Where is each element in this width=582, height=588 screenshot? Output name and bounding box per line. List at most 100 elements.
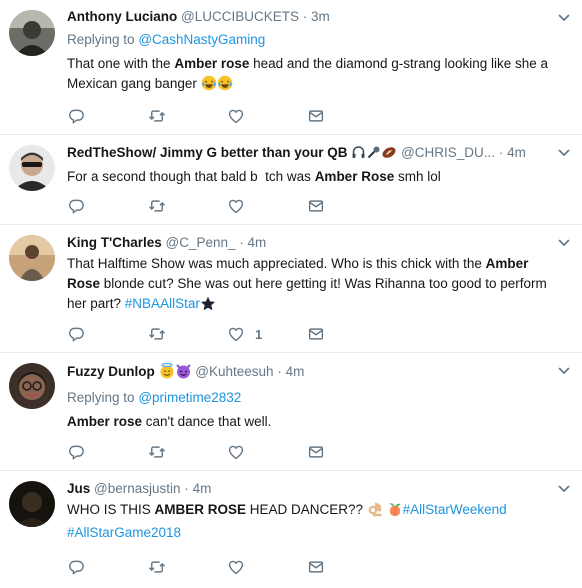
like-count: 1 [255,326,263,342]
text-part: For a second though that bald b [67,169,258,184]
reply-button[interactable] [67,325,147,343]
avatar[interactable] [9,363,55,409]
retweet-button[interactable] [147,443,227,461]
highlighted-term: AMBER ROSE [154,502,247,517]
hashtag-link[interactable]: #AllStarGame2018 [67,525,181,540]
direct-message-button[interactable] [307,558,387,576]
chevron-down-icon[interactable] [558,12,570,24]
heart-icon [227,443,245,461]
display-name[interactable]: Jus [67,481,90,496]
timestamp[interactable]: 4m [193,481,212,496]
peach-emoji-icon [387,501,403,523]
heart-icon [227,558,245,576]
user-handle[interactable]: @CHRIS_DU... [401,145,495,160]
tweet-actions [67,442,387,462]
display-name[interactable]: King T'Charles [67,235,162,250]
like-button[interactable]: 1 [227,325,307,343]
reply-icon [67,558,85,576]
highlighted-term: Amber rose [67,414,143,429]
tweet-header: King T'Charles @C_Penn_ · 4m [67,234,552,252]
like-button[interactable] [227,443,307,461]
user-handle[interactable]: @LUCCIBUCKETS [181,9,299,24]
timestamp[interactable]: 3m [311,9,330,24]
avatar[interactable] [9,145,55,191]
hashtag-link[interactable]: #NBAAllStar [125,296,200,311]
retweet-button[interactable] [147,558,227,576]
timestamp[interactable]: 4m [286,364,305,379]
tweet[interactable]: Jus @bernasjustin · 4m WHO IS THIS AMBER… [0,471,582,588]
reply-icon [67,107,85,125]
text-part: smh lol [394,169,441,184]
envelope-icon [307,197,325,215]
reply-button[interactable] [67,107,147,125]
retweet-icon [147,107,167,125]
text-part: That one with the [67,56,175,71]
chevron-down-icon[interactable] [558,147,570,159]
retweet-icon [147,558,167,576]
avatar[interactable] [9,235,55,281]
envelope-icon [307,325,325,343]
avatar[interactable] [9,10,55,56]
retweet-icon [147,443,167,461]
football-emoji-icon [381,145,397,165]
display-name[interactable]: Anthony Luciano [67,9,177,24]
retweet-button[interactable] [147,197,227,215]
direct-message-button[interactable] [307,107,387,125]
headphones-emoji-icon [351,145,366,165]
reply-button[interactable] [67,558,147,576]
text-part: WHO IS THIS [67,502,155,517]
retweet-icon [147,197,167,215]
chevron-down-icon[interactable] [558,365,570,377]
user-handle[interactable]: @C_Penn_ [166,235,236,250]
text-part: That Halftime Show was much appreciated.… [67,256,486,271]
tweet-text: Amber rose can't dance that well. [67,412,552,432]
tweet-header: Jus @bernasjustin · 4m [67,480,552,498]
timestamp[interactable]: 4m [507,145,526,160]
like-button[interactable] [227,107,307,125]
retweet-button[interactable] [147,325,227,343]
tweet[interactable]: Fuzzy Dunlop @Kuhteesuh · 4m Replying to… [0,353,582,471]
like-button[interactable] [227,558,307,576]
like-button[interactable] [227,197,307,215]
separator: · [277,364,282,379]
direct-message-button[interactable] [307,197,387,215]
replying-to-label: Replying to [67,32,135,47]
tweet[interactable]: RedTheShow/ Jimmy G better than your QB … [0,135,582,225]
separator: · [184,481,189,496]
user-handle[interactable]: @Kuhteesuh [195,364,273,379]
display-name[interactable]: RedTheShow/ Jimmy G better than your QB [67,145,348,160]
heart-icon [227,107,245,125]
reply-target-link[interactable]: @CashNastyGaming [138,32,265,47]
ok-hand-emoji-icon [367,501,383,523]
reply-target-link[interactable]: @primetime2832 [138,390,241,405]
separator: · [302,9,308,24]
chevron-down-icon[interactable] [558,237,570,249]
direct-message-button[interactable] [307,443,387,461]
tweet-text: That Halftime Show was much appreciated.… [67,254,552,317]
tweet-header: Fuzzy Dunlop @Kuhteesuh · 4m [67,363,552,384]
direct-message-button[interactable] [307,325,387,343]
tweet[interactable]: Anthony Luciano @LUCCIBUCKETS · 3m Reply… [0,0,582,135]
separator: · [239,235,244,250]
laughing-tears-emoji-icon [217,75,233,97]
tweet-header: RedTheShow/ Jimmy G better than your QB … [67,144,552,165]
microphone-emoji-icon [366,145,381,165]
highlighted-term: Amber Rose [314,169,395,184]
reply-button[interactable] [67,443,147,461]
heart-icon [227,325,245,343]
replying-to: Replying to @CashNastyGaming [67,31,552,49]
retweet-button[interactable] [147,107,227,125]
user-handle[interactable]: @bernasjustin [94,481,181,496]
tweet-actions: 1 [67,324,387,344]
tweet[interactable]: King T'Charles @C_Penn_ · 4m That Halfti… [0,225,582,353]
display-name[interactable]: Fuzzy Dunlop [67,364,155,379]
hashtag-link[interactable]: #AllStarWeekend [403,502,507,517]
highlighted-term: Amber rose [174,56,250,71]
tweet-actions [67,106,387,126]
avatar[interactable] [9,481,55,527]
chevron-down-icon[interactable] [558,483,570,495]
laughing-tears-emoji-icon [201,75,217,97]
reply-button[interactable] [67,197,147,215]
timestamp[interactable]: 4m [248,235,267,250]
tweet-text: WHO IS THIS AMBER ROSE HEAD DANCER?? #Al… [67,500,552,543]
